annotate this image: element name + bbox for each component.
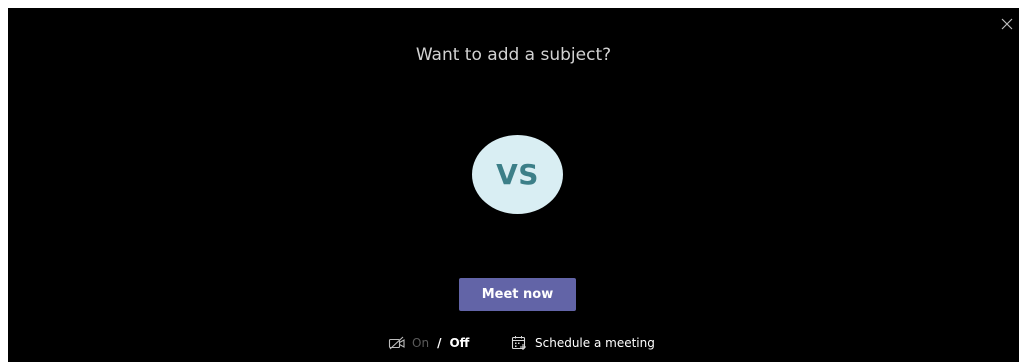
- avatar: VS: [472, 135, 563, 214]
- schedule-meeting-label: Schedule a meeting: [535, 336, 655, 350]
- meet-now-dialog: Want to add a subject? VS Meet now On / …: [8, 8, 1019, 362]
- bottom-controls: On / Off Schedule a meeting: [8, 334, 1019, 352]
- video-off-label: Off: [449, 336, 470, 350]
- meet-now-button[interactable]: Meet now: [459, 278, 576, 311]
- video-toggle[interactable]: On / Off: [388, 334, 469, 352]
- video-on-label: On: [412, 336, 430, 350]
- video-toggle-separator: /: [437, 336, 442, 350]
- close-icon: [1001, 18, 1013, 30]
- subject-input[interactable]: Want to add a subject?: [8, 45, 1019, 65]
- schedule-meeting-link[interactable]: Schedule a meeting: [511, 334, 655, 352]
- close-button[interactable]: [999, 16, 1015, 32]
- calendar-add-icon: [511, 336, 526, 350]
- video-off-icon: [388, 336, 405, 350]
